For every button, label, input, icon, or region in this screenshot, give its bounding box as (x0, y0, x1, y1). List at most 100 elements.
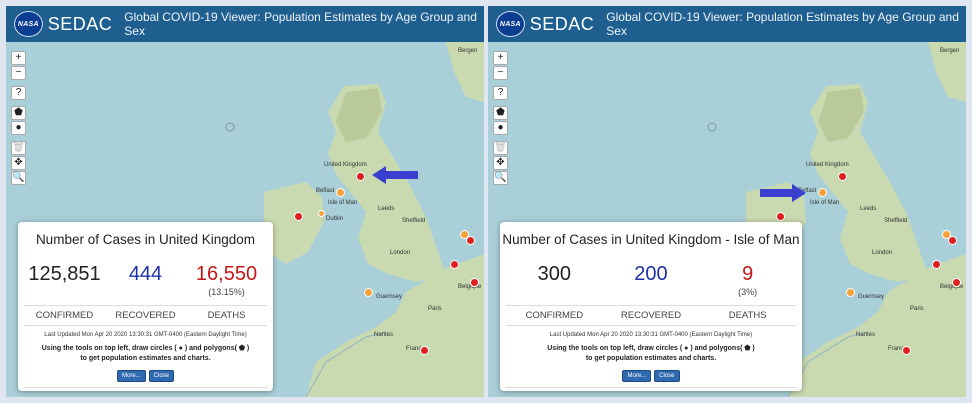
deaths-count: 16,550 (195, 263, 258, 285)
deaths-label: DEATHS (207, 310, 246, 321)
help-icon[interactable]: ? (11, 86, 26, 100)
search-icon[interactable]: 🔍 (11, 171, 26, 185)
confirmed-count: 300 (537, 263, 572, 285)
stat-labels: CONFIRMED RECOVERED DEATHS (506, 305, 796, 326)
case-marker-belgium[interactable] (948, 236, 957, 245)
map-label-nantes: Nantes (856, 332, 876, 338)
right-viewer-panel: NASA SEDAC Global COVID-19 Viewer: Popul… (488, 6, 966, 397)
case-marker-france[interactable] (902, 346, 911, 355)
app-header: NASA SEDAC Global COVID-19 Viewer: Popul… (6, 6, 484, 42)
map-label-london: London (390, 250, 411, 256)
popup-title: Number of Cases in United Kingdom (35, 232, 256, 247)
recovered-count: 200 (634, 263, 668, 285)
help-icon[interactable]: ? (493, 86, 508, 100)
app-header: NASA SEDAC Global COVID-19 Viewer: Popul… (488, 6, 966, 42)
more-button[interactable]: More... (116, 370, 146, 382)
highlight-arrow-icon (372, 166, 418, 184)
case-marker-belgium[interactable] (466, 236, 475, 245)
delete-icon[interactable]: 🗑 (11, 141, 26, 155)
polygon-tool-icon[interactable]: ⬟ (493, 106, 508, 120)
app-title: Global COVID-19 Viewer: Population Estim… (606, 10, 959, 38)
case-marker-germany[interactable] (470, 278, 479, 287)
map-label-leeds: Leeds (378, 206, 395, 212)
confirmed-label: CONFIRMED (525, 310, 584, 321)
map-label-isle-of-man: Isle of Man (328, 200, 358, 206)
highlight-arrow-icon (760, 184, 806, 202)
case-marker-ireland[interactable] (776, 212, 785, 221)
case-marker-guernsey[interactable] (364, 288, 373, 297)
circle-tool-icon[interactable]: ● (493, 121, 508, 135)
case-marker-ireland[interactable] (294, 212, 303, 221)
map-label-guernsey: Guernsey (376, 294, 403, 300)
case-marker-uk[interactable] (838, 172, 847, 181)
map-toolbar: + − ? ⬟ ● 🗑 ✥ 🔍 (11, 51, 26, 186)
map-label-paris: Paris (910, 306, 924, 312)
delete-icon[interactable]: 🗑 (493, 141, 508, 155)
map-label-sheffield: Sheffield (402, 218, 426, 224)
recovered-count: 444 (128, 263, 163, 285)
deaths-percent: (13.15%) (208, 287, 245, 297)
case-marker-luxembourg[interactable] (450, 260, 459, 269)
close-button[interactable]: Close (148, 370, 174, 382)
zoom-in-button[interactable]: + (493, 51, 508, 65)
sedac-brand[interactable]: SEDAC (48, 14, 113, 35)
instructions-line-2: to get population estimates and charts. (80, 355, 211, 362)
locate-icon[interactable]: ✥ (11, 156, 26, 170)
map-label-bergen: Bergen (458, 48, 478, 54)
popup-title: Number of Cases in United Kingdom - Isle… (502, 232, 800, 247)
map-label-paris: Paris (428, 306, 442, 312)
nasa-logo: NASA (496, 11, 525, 37)
circle-tool-icon[interactable]: ● (11, 121, 26, 135)
map-label-dublin: Dublin (326, 216, 344, 222)
recovered-label: RECOVERED (620, 310, 682, 321)
instructions: Using the tools on top left, draw circle… (500, 344, 802, 364)
case-marker-germany[interactable] (952, 278, 961, 287)
case-marker-belfast[interactable] (318, 210, 325, 217)
instructions: Using the tools on top left, draw circle… (18, 344, 273, 364)
case-marker-luxembourg[interactable] (932, 260, 941, 269)
polygon-tool-icon[interactable]: ⬟ (11, 106, 26, 120)
recovered-label: RECOVERED (115, 310, 176, 321)
map-label-sheffield: Sheffield (884, 218, 908, 224)
stat-labels: CONFIRMED RECOVERED DEATHS (24, 305, 267, 326)
map-label-united-kingdom: United Kingdom (806, 162, 849, 168)
locate-icon[interactable]: ✥ (493, 156, 508, 170)
app-title: Global COVID-19 Viewer: Population Estim… (124, 10, 477, 38)
nasa-logo: NASA (14, 11, 43, 37)
map-label-leeds: Leeds (860, 206, 877, 212)
confirmed-count: 125,851 (28, 263, 101, 285)
search-icon[interactable]: 🔍 (493, 171, 508, 185)
map-label-bergen: Bergen (940, 48, 960, 54)
cases-popup: Number of Cases in United Kingdom - Isle… (500, 222, 802, 391)
zoom-out-button[interactable]: − (493, 66, 508, 80)
map-label-nantes: Nantes (374, 332, 394, 338)
last-updated: Last Updated Mon Apr 20 2020 13:30:31 GM… (549, 332, 753, 338)
map-label-isle-of-man: Isle of Man (810, 200, 840, 206)
map-label-london: London (872, 250, 893, 256)
map-label-united-kingdom: United Kingdom (324, 162, 367, 168)
stats-row: 125,851 444 16,550 (13.15%) (18, 263, 273, 297)
case-marker-isle-of-man[interactable] (336, 188, 345, 197)
sedac-brand[interactable]: SEDAC (530, 14, 595, 35)
cases-popup: Number of Cases in United Kingdom 125,85… (18, 222, 273, 391)
deaths-count: 9 (742, 263, 754, 285)
last-updated: Last Updated Mon Apr 20 2020 13:30:31 GM… (44, 332, 247, 338)
left-viewer-panel: NASA SEDAC Global COVID-19 Viewer: Popul… (6, 6, 484, 397)
case-marker-isle-of-man[interactable] (818, 188, 827, 197)
stats-row: 300 200 9 (3%) (500, 263, 802, 297)
map-label-belfast: Belfast (316, 188, 335, 194)
close-button[interactable]: Close (654, 370, 680, 382)
case-marker-france[interactable] (420, 346, 429, 355)
deaths-percent: (3%) (738, 287, 758, 297)
case-marker-guernsey[interactable] (846, 288, 855, 297)
map-label-guernsey: Guernsey (858, 294, 885, 300)
confirmed-label: CONFIRMED (35, 310, 94, 321)
deaths-label: DEATHS (728, 310, 767, 321)
more-button[interactable]: More... (622, 370, 652, 382)
instructions-line-1: Using the tools on top left, draw circle… (547, 345, 755, 352)
instructions-line-1: Using the tools on top left, draw circle… (41, 345, 250, 352)
zoom-out-button[interactable]: − (11, 66, 26, 80)
zoom-in-button[interactable]: + (11, 51, 26, 65)
case-marker-uk[interactable] (356, 172, 365, 181)
map-toolbar: + − ? ⬟ ● 🗑 ✥ 🔍 (493, 51, 508, 186)
